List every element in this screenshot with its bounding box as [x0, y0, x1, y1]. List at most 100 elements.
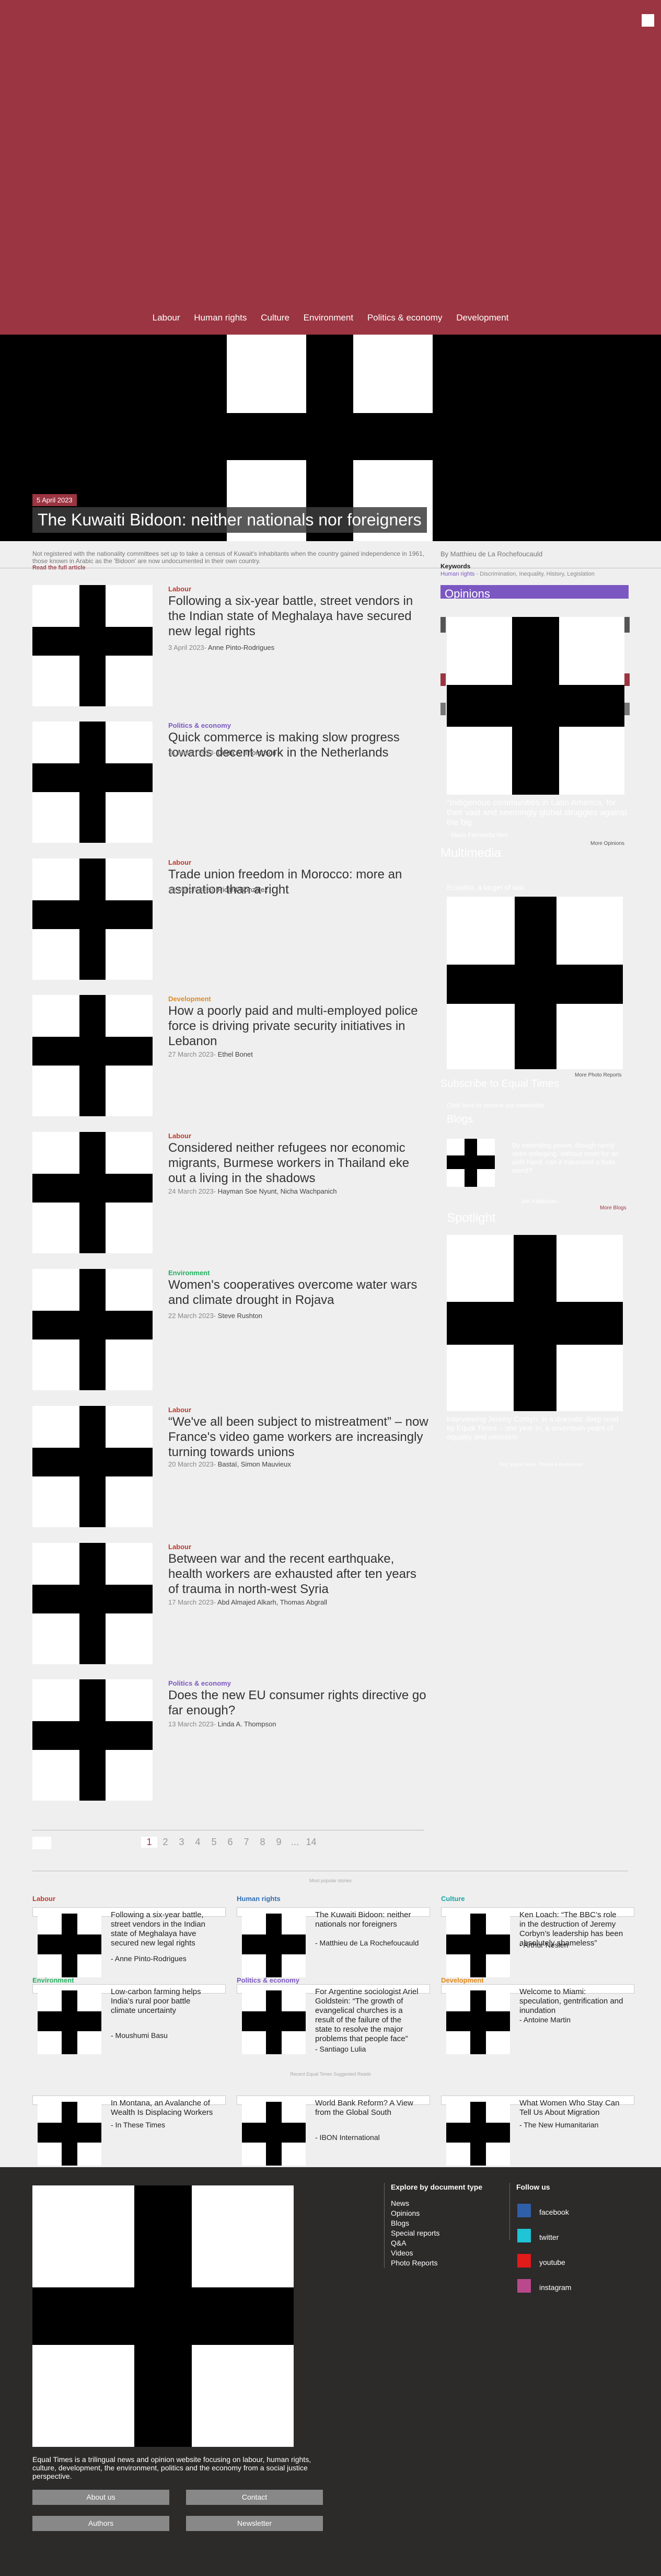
- slider-dot-left-2[interactable]: [440, 703, 446, 715]
- grid-category[interactable]: Development: [441, 1976, 484, 1984]
- article-thumbnail[interactable]: [32, 1543, 153, 1664]
- grid-category[interactable]: Politics & economy: [237, 1976, 299, 1984]
- grid-story-thumbnail[interactable]: [242, 1914, 306, 1977]
- grid-story-title[interactable]: What Women Who Stay Can Tell Us About Mi…: [519, 2099, 624, 2117]
- article-author[interactable]: Steve Rushton: [218, 1312, 262, 1320]
- article-title[interactable]: “We've all been subject to mistreatment”…: [168, 1414, 430, 1460]
- nav-development[interactable]: Development: [456, 313, 508, 323]
- article-item[interactable]: Development How a poorly paid and multi-e…: [32, 995, 430, 1118]
- article-item[interactable]: Environment Women's cooperatives overcome…: [32, 1269, 430, 1392]
- article-thumbnail[interactable]: [32, 1269, 153, 1390]
- explore-opinions[interactable]: Opinions: [391, 2208, 482, 2218]
- article-item[interactable]: Labour Between war and the recent earthqu…: [32, 1543, 430, 1666]
- instagram-link[interactable]: instagram: [517, 2279, 622, 2294]
- article-title[interactable]: Considered neither refugees nor economic…: [168, 1140, 430, 1186]
- article-item[interactable]: Labour “We've all been subject to mistrea…: [32, 1406, 430, 1529]
- article-thumbnail[interactable]: [32, 722, 153, 843]
- grid-category[interactable]: Environment: [32, 1976, 74, 1984]
- slider-prev-arrow[interactable]: [440, 617, 446, 633]
- article-item[interactable]: Labour Trade union freedom in Morocco: mo…: [32, 858, 430, 981]
- article-thumbnail[interactable]: [32, 1679, 153, 1801]
- explore-news[interactable]: News: [391, 2199, 482, 2208]
- keyword-main[interactable]: Human rights: [440, 571, 474, 577]
- grid-story-title[interactable]: In Montana, an Avalanche of Wealth Is Di…: [111, 2099, 215, 2117]
- pagination-prev[interactable]: [32, 1837, 51, 1849]
- article-item[interactable]: Labour Following a six-year battle, stree…: [32, 585, 430, 708]
- article-author[interactable]: Anne Pinto-Rodrigues: [208, 644, 274, 651]
- article-item[interactable]: Politics & economy Quick commerce is maki…: [32, 722, 430, 844]
- keyword-rest[interactable]: - Discrimination, Inequality, History, L…: [474, 571, 594, 577]
- grid-story-thumbnail[interactable]: [38, 1990, 101, 2054]
- nav-politics-economy[interactable]: Politics & economy: [367, 313, 443, 323]
- subscribe-title[interactable]: Subscribe to Equal Times: [440, 1078, 559, 1090]
- grid-story-thumbnail[interactable]: [242, 2102, 306, 2166]
- grid-story[interactable]: For Argentine sociologist Ariel Goldstei…: [237, 1984, 430, 2057]
- grid-story[interactable]: What Women Who Stay Can Tell Us About Mi…: [441, 2096, 634, 2169]
- page-link[interactable]: 9: [271, 1837, 287, 1848]
- page-link[interactable]: ...: [287, 1837, 303, 1848]
- grid-category[interactable]: Human rights: [237, 1895, 281, 1903]
- page-link[interactable]: 3: [173, 1837, 190, 1848]
- youtube-link[interactable]: youtube: [517, 2254, 622, 2269]
- grid-story-thumbnail[interactable]: [242, 1990, 306, 2054]
- grid-story-title[interactable]: World Bank Reform? A View from the Globa…: [315, 2099, 420, 2117]
- grid-story-thumbnail[interactable]: [38, 1914, 101, 1977]
- slider-dot-right[interactable]: [624, 673, 630, 686]
- article-title[interactable]: Does the new EU consumer rights directiv…: [168, 1688, 430, 1718]
- about-us-button[interactable]: About us: [32, 2490, 169, 2505]
- article-category[interactable]: Politics & economy: [168, 1679, 231, 1687]
- page-link[interactable]: 5: [206, 1837, 222, 1848]
- grid-story-title[interactable]: Following a six-year battle, street vend…: [111, 1910, 215, 1948]
- explore-videos[interactable]: Videos: [391, 2248, 482, 2258]
- page-link[interactable]: 2: [157, 1837, 173, 1848]
- slider-dot-left[interactable]: [440, 673, 446, 686]
- grid-story[interactable]: The Kuwaiti Bidoon: neither nationals no…: [237, 1907, 430, 1980]
- grid-story[interactable]: In Montana, an Avalanche of Wealth Is Di…: [32, 2096, 226, 2169]
- article-title[interactable]: Between war and the recent earthquake, h…: [168, 1551, 430, 1597]
- article-item[interactable]: Politics & economy Does the new EU consum…: [32, 1679, 430, 1802]
- slider-dot-right-2[interactable]: [624, 703, 630, 715]
- article-category[interactable]: Development: [168, 995, 211, 1003]
- grid-story[interactable]: Ken Loach: “The BBC’s role in the destru…: [441, 1907, 634, 1980]
- article-title[interactable]: Following a six-year battle, street vend…: [168, 593, 430, 639]
- more-opinions-link[interactable]: More Opinions: [590, 841, 624, 846]
- grid-story-thumbnail[interactable]: [446, 2102, 510, 2166]
- article-author[interactable]: Linda A. Thompson: [218, 749, 276, 757]
- opinion-image[interactable]: [447, 617, 624, 795]
- explore-blogs[interactable]: Blogs: [391, 2218, 482, 2228]
- explore-qa[interactable]: Q&A: [391, 2238, 482, 2248]
- grid-story-title[interactable]: The Kuwaiti Bidoon: neither nationals no…: [315, 1910, 420, 1929]
- newsletter-button[interactable]: Newsletter: [186, 2516, 323, 2531]
- grid-story[interactable]: World Bank Reform? A View from the Globa…: [237, 2096, 430, 2169]
- page-link[interactable]: 8: [254, 1837, 271, 1848]
- article-category[interactable]: Labour: [168, 585, 191, 593]
- article-thumbnail[interactable]: [32, 1406, 153, 1527]
- explore-special-reports[interactable]: Special reports: [391, 2228, 482, 2238]
- article-author[interactable]: Bastaï, Simon Mauvieux: [218, 1460, 291, 1468]
- article-thumbnail[interactable]: [32, 858, 153, 980]
- grid-story-title[interactable]: For Argentine sociologist Ariel Goldstei…: [315, 1987, 420, 2044]
- article-author[interactable]: Hayman Soe Nyunt, Nicha Wachpanich: [218, 1187, 337, 1195]
- grid-story-title[interactable]: Low-carbon farming helps India’s rural p…: [111, 1987, 215, 2016]
- opinions-header[interactable]: Opinions: [440, 585, 629, 599]
- subscribe-note[interactable]: Click here to receive our newsletter: [447, 1102, 544, 1109]
- twitter-link[interactable]: twitter: [517, 2229, 622, 2243]
- grid-category[interactable]: Culture: [441, 1895, 465, 1903]
- spotlight-image[interactable]: [447, 1235, 623, 1411]
- nav-human-rights[interactable]: Human rights: [194, 313, 247, 323]
- article-author[interactable]: Ethel Bonet: [218, 1050, 253, 1058]
- nav-culture[interactable]: Culture: [261, 313, 289, 323]
- article-title[interactable]: How a poorly paid and multi-employed pol…: [168, 1003, 430, 1049]
- page-link[interactable]: 14: [303, 1837, 319, 1848]
- blog-text[interactable]: By extending power, though rarely seen e…: [512, 1141, 622, 1175]
- article-category[interactable]: Labour: [168, 1132, 191, 1140]
- article-thumbnail[interactable]: [32, 1132, 153, 1253]
- article-category[interactable]: Environment: [168, 1269, 210, 1277]
- article-thumbnail[interactable]: [32, 585, 153, 706]
- grid-category[interactable]: Labour: [32, 1895, 55, 1903]
- grid-story-thumbnail[interactable]: [446, 1990, 510, 2054]
- article-author[interactable]: Abd Almajed Alkarh, Thomas Abgrall: [217, 1598, 327, 1606]
- article-category[interactable]: Labour: [168, 1406, 191, 1414]
- slider-next-arrow[interactable]: [624, 617, 630, 633]
- page-link[interactable]: 4: [190, 1837, 206, 1848]
